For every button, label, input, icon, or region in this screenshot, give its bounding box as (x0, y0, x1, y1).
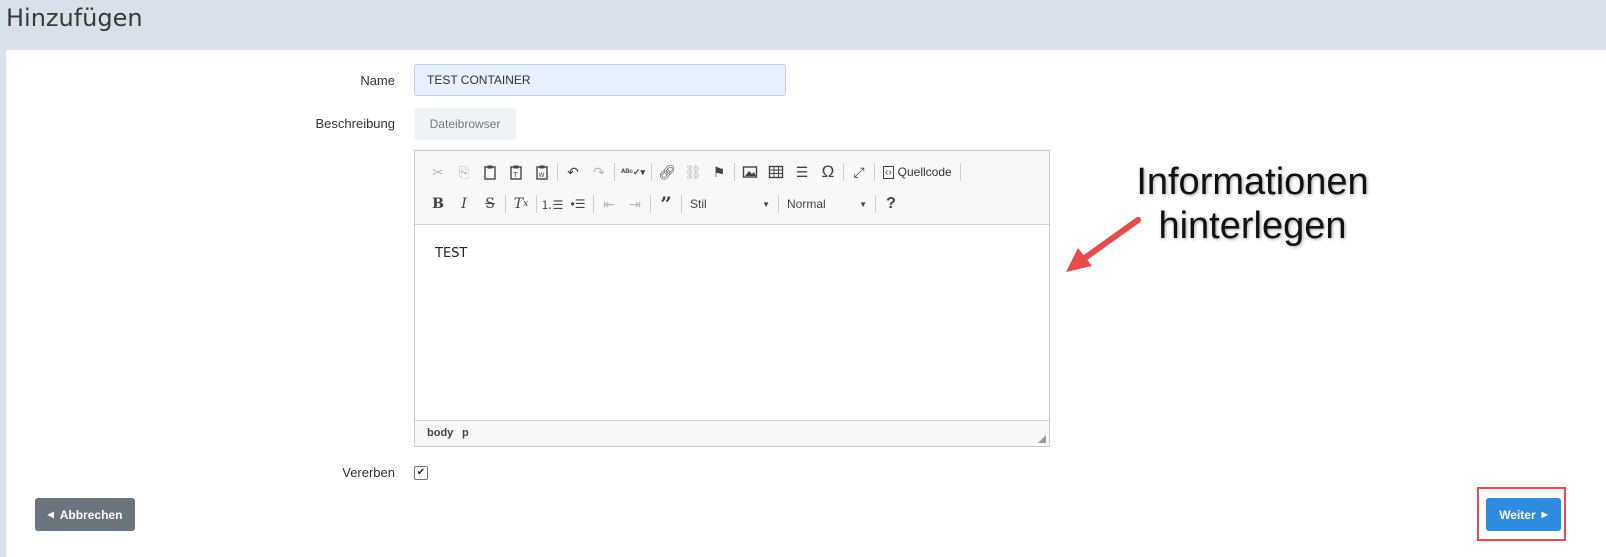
toolbar-separator (536, 195, 537, 213)
blockquote-icon[interactable]: ” (653, 192, 679, 216)
toolbar-separator (959, 163, 961, 181)
inherit-checkbox[interactable]: ✔ (414, 466, 428, 480)
toolbar-separator (593, 195, 594, 213)
paste-word-icon[interactable]: W (529, 160, 555, 184)
remove-format-icon[interactable]: Tx (508, 192, 534, 216)
inherit-label: Vererben (342, 465, 395, 480)
resize-handle-icon[interactable] (1038, 435, 1046, 443)
toolbar-separator (681, 195, 682, 213)
toolbar-separator (843, 163, 844, 181)
format-combo-label: Normal (787, 197, 826, 211)
toolbar-separator (734, 163, 735, 181)
editor-toolbar: ✂ ⎘ T W ↶ ↷ ᴬᴮᶜ✓▾ 🔗︎ ⛓ ⚑ ☰ Ω ⤢ ‹› Quellc… (415, 151, 1049, 225)
name-label: Name (360, 73, 395, 88)
maximize-icon[interactable]: ⤢ (846, 160, 872, 184)
svg-text:W: W (539, 172, 545, 179)
annotation-arrow-icon (1066, 217, 1141, 272)
help-icon[interactable]: ? (878, 192, 904, 216)
annotation-line-1: Informationen (1136, 161, 1369, 203)
horizontal-rule-icon[interactable]: ☰ (789, 160, 815, 184)
description-label: Beschreibung (315, 116, 396, 131)
outdent-icon[interactable]: ⇤ (596, 192, 622, 216)
paste-icon[interactable] (477, 160, 503, 184)
unlink-icon[interactable]: ⛓ (680, 160, 706, 184)
spellcheck-icon[interactable]: ᴬᴮᶜ✓▾ (617, 160, 649, 184)
paste-text-icon[interactable]: T (503, 160, 529, 184)
cut-icon[interactable]: ✂ (425, 160, 451, 184)
toolbar-separator (651, 163, 652, 181)
page-title: Hinzufügen (6, 4, 143, 32)
name-input[interactable] (414, 64, 786, 96)
editor-status-bar: body p (415, 420, 1049, 446)
source-icon: ‹› (883, 165, 894, 179)
annotation-line-2: hinterlegen (1158, 205, 1347, 247)
cancel-button[interactable]: ◀ Abbrechen (35, 498, 135, 531)
caret-left-icon: ◀ (47, 510, 54, 519)
table-icon[interactable] (763, 160, 789, 184)
undo-icon[interactable]: ↶ (560, 160, 586, 184)
toolbar-separator (874, 163, 875, 181)
copy-icon[interactable]: ⎘ (451, 160, 477, 184)
editor-text: TEST (435, 246, 468, 261)
editor-content-area[interactable]: TEST (415, 225, 1049, 421)
strike-icon[interactable]: S (477, 192, 503, 216)
toolbar-separator (614, 163, 615, 181)
toolbar-separator (505, 195, 506, 213)
image-icon[interactable] (737, 160, 763, 184)
path-element-p[interactable]: p (462, 427, 469, 439)
numbered-list-icon[interactable]: ⒈☰ (539, 192, 565, 216)
redo-icon[interactable]: ↷ (586, 160, 612, 184)
path-element-body[interactable]: body (427, 427, 453, 439)
style-combo[interactable]: Stil ▼ (684, 193, 776, 215)
style-combo-label: Stil (690, 197, 707, 211)
bold-icon[interactable]: B (425, 192, 451, 216)
special-char-icon[interactable]: Ω (815, 160, 841, 184)
cancel-button-label: Abbrechen (59, 507, 123, 522)
format-combo[interactable]: Normal ▼ (781, 193, 873, 215)
svg-text:T: T (513, 171, 519, 179)
file-browser-button[interactable]: Dateibrowser (414, 108, 516, 140)
toolbar-separator (778, 195, 779, 213)
bulleted-list-icon[interactable]: •☰ (565, 192, 591, 216)
source-button[interactable]: ‹› Quellcode (877, 160, 958, 184)
indent-icon[interactable]: ⇥ (622, 192, 648, 216)
annotation-text: Informationen hinterlegen (1120, 160, 1385, 248)
toolbar-separator (650, 195, 651, 213)
rich-text-editor: ✂ ⎘ T W ↶ ↷ ᴬᴮᶜ✓▾ 🔗︎ ⛓ ⚑ ☰ Ω ⤢ ‹› Quellc… (414, 150, 1050, 447)
anchor-icon[interactable]: ⚑ (706, 160, 732, 184)
chevron-down-icon: ▼ (762, 199, 770, 209)
italic-icon[interactable]: I (451, 192, 477, 216)
chevron-down-icon: ▼ (859, 199, 867, 209)
toolbar-separator (875, 195, 876, 213)
link-icon[interactable]: 🔗︎ (654, 160, 680, 184)
toolbar-separator (557, 163, 558, 181)
source-label: Quellcode (897, 165, 952, 179)
highlight-box (1477, 487, 1566, 541)
